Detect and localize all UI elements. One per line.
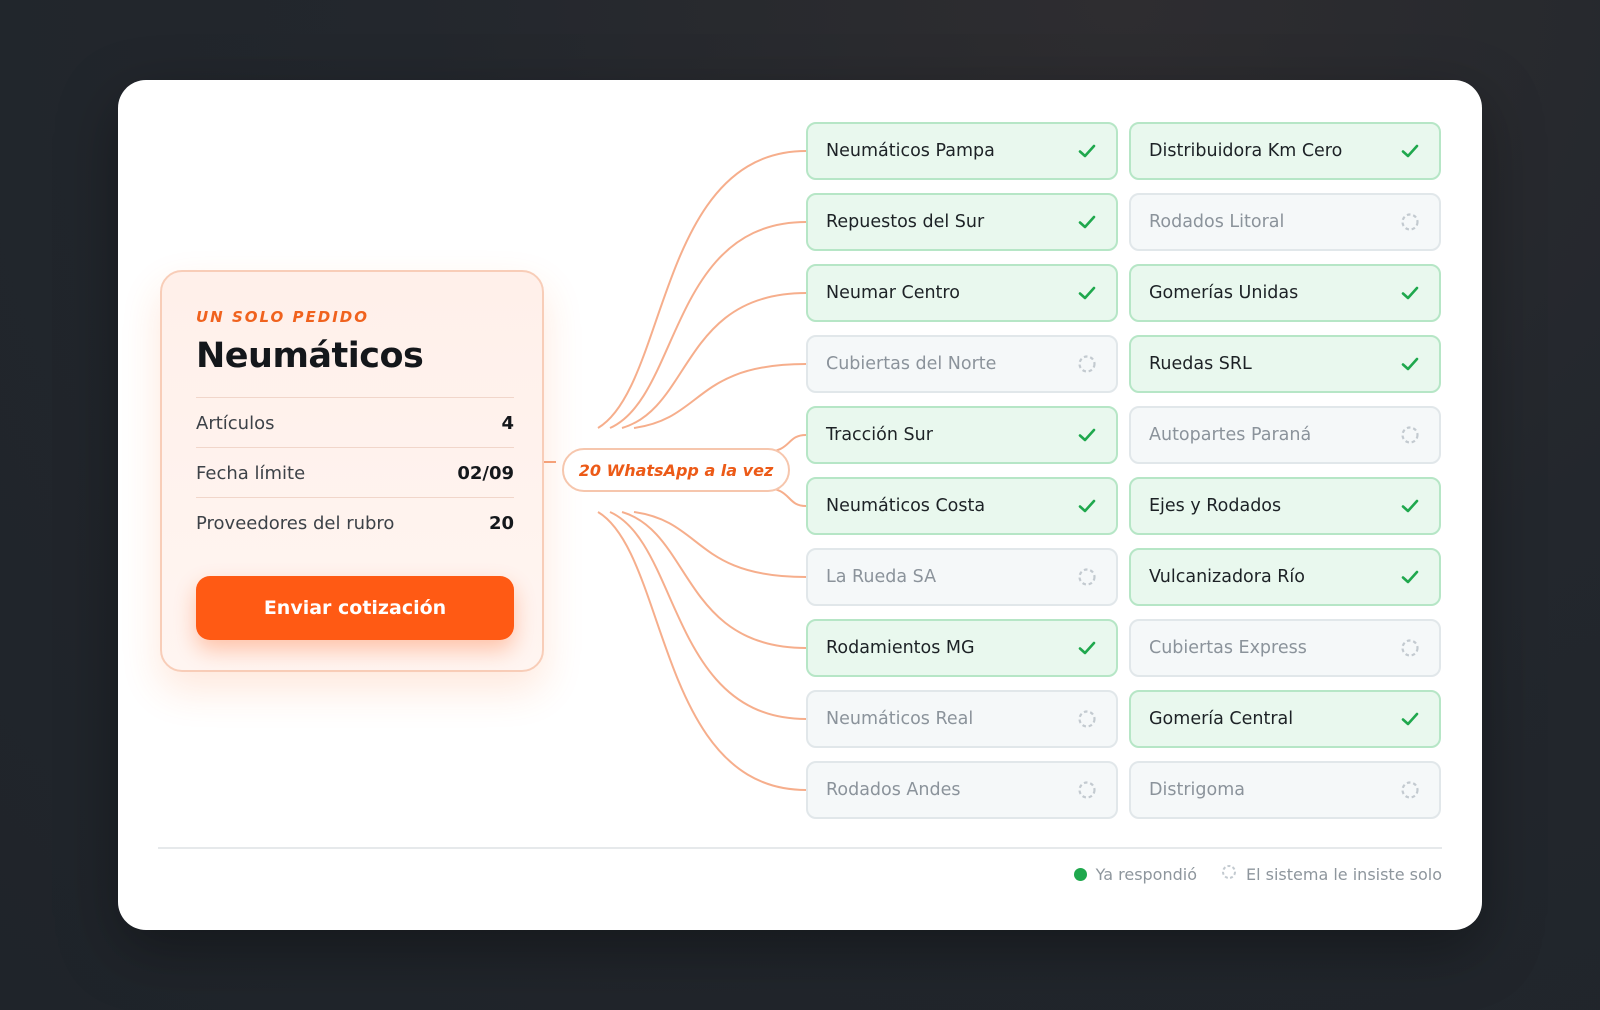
- order-card: UN SOLO PEDIDO Neumáticos Artículos 4 Fe…: [160, 270, 544, 672]
- supplier-item: Neumáticos Real: [806, 690, 1118, 748]
- supplier-item: Distribuidora Km Cero: [1129, 122, 1441, 180]
- row-value: 02/09: [457, 462, 514, 484]
- main-card: UN SOLO PEDIDO Neumáticos Artículos 4 Fe…: [118, 80, 1482, 930]
- supplier-name: Rodados Andes: [826, 780, 961, 800]
- spinner-icon: [1399, 424, 1421, 446]
- supplier-item: Distrigoma: [1129, 761, 1441, 819]
- supplier-name: Rodados Litoral: [1149, 212, 1285, 232]
- broadcast-pill: 20 WhatsApp a la vez: [562, 448, 790, 492]
- connector-line: [609, 511, 807, 720]
- supplier-item: Autopartes Paraná: [1129, 406, 1441, 464]
- spinner-icon: [1399, 637, 1421, 659]
- supplier-name: Neumáticos Real: [826, 709, 974, 729]
- supplier-name: Tracción Sur: [826, 425, 933, 445]
- supplier-item: Rodamientos MG: [806, 619, 1118, 677]
- supplier-item: Ruedas SRL: [1129, 335, 1441, 393]
- connector-line: [609, 221, 807, 429]
- supplier-item: Vulcanizadora Río: [1129, 548, 1441, 606]
- supplier-name: Gomerías Unidas: [1149, 283, 1299, 303]
- supplier-name: Rodamientos MG: [826, 638, 975, 658]
- supplier-item: Repuestos del Sur: [806, 193, 1118, 251]
- connector-line: [621, 292, 807, 429]
- legend-responded: Ya respondió: [1073, 864, 1197, 884]
- order-row-suppliers: Proveedores del rubro 20: [196, 497, 514, 548]
- connector-line: [633, 363, 807, 429]
- check-icon: [1399, 708, 1421, 730]
- legend-responded-label: Ya respondió: [1095, 864, 1197, 884]
- connector-line: [633, 511, 807, 578]
- supplier-item: Rodados Litoral: [1129, 193, 1441, 251]
- supplier-name: La Rueda SA: [826, 567, 937, 587]
- spinner-icon: [1221, 864, 1237, 884]
- spinner-icon: [1076, 353, 1098, 375]
- check-icon: [1399, 495, 1421, 517]
- row-label: Fecha límite: [196, 462, 306, 484]
- check-icon: [1076, 282, 1098, 304]
- footer-divider: [158, 847, 1442, 849]
- supplier-item: Neumar Centro: [806, 264, 1118, 322]
- supplier-item: Cubiertas del Norte: [806, 335, 1118, 393]
- supplier-name: Distribuidora Km Cero: [1149, 141, 1343, 161]
- supplier-name: Neumáticos Pampa: [826, 141, 995, 161]
- order-row-articles: Artículos 4: [196, 397, 514, 448]
- spinner-icon: [1399, 211, 1421, 233]
- order-title: Neumáticos: [196, 336, 424, 376]
- supplier-item: Ejes y Rodados: [1129, 477, 1441, 535]
- supplier-name: Ejes y Rodados: [1149, 496, 1282, 516]
- supplier-name: Distrigoma: [1149, 780, 1245, 800]
- legend-pending-label: El sistema le insiste solo: [1246, 864, 1442, 884]
- supplier-name: Ruedas SRL: [1149, 354, 1252, 374]
- row-value: 4: [501, 412, 514, 434]
- supplier-name: Vulcanizadora Río: [1149, 567, 1305, 587]
- supplier-item: Tracción Sur: [806, 406, 1118, 464]
- connector-line: [621, 511, 807, 649]
- supplier-item: Cubiertas Express: [1129, 619, 1441, 677]
- supplier-item: La Rueda SA: [806, 548, 1118, 606]
- order-eyebrow: UN SOLO PEDIDO: [196, 308, 369, 326]
- spinner-icon: [1076, 708, 1098, 730]
- check-icon: [1399, 282, 1421, 304]
- supplier-item: Neumáticos Costa: [806, 477, 1118, 535]
- supplier-name: Cubiertas Express: [1149, 638, 1307, 658]
- order-row-deadline: Fecha límite 02/09: [196, 447, 514, 498]
- supplier-item: Gomería Central: [1129, 690, 1441, 748]
- check-icon: [1076, 424, 1098, 446]
- spinner-icon: [1076, 779, 1098, 801]
- check-icon: [1076, 495, 1098, 517]
- row-label: Proveedores del rubro: [196, 512, 395, 534]
- supplier-item: Gomerías Unidas: [1129, 264, 1441, 322]
- supplier-item: Neumáticos Pampa: [806, 122, 1118, 180]
- supplier-name: Gomería Central: [1149, 709, 1294, 729]
- legend-pending: El sistema le insiste solo: [1221, 864, 1442, 884]
- supplier-name: Cubiertas del Norte: [826, 354, 997, 374]
- check-icon: [1399, 140, 1421, 162]
- connector-line: [597, 511, 807, 791]
- connector-line: [597, 150, 807, 429]
- row-label: Artículos: [196, 412, 275, 434]
- status-legend: Ya respondió El sistema le insiste solo: [1073, 853, 1442, 895]
- check-icon: [1076, 637, 1098, 659]
- check-icon: [1399, 566, 1421, 588]
- supplier-name: Autopartes Paraná: [1149, 425, 1312, 445]
- spinner-icon: [1399, 779, 1421, 801]
- check-icon: [1076, 140, 1098, 162]
- check-icon: [1076, 211, 1098, 233]
- send-quote-button[interactable]: Enviar cotización: [196, 576, 514, 640]
- supplier-name: Neumáticos Costa: [826, 496, 986, 516]
- supplier-item: Rodados Andes: [806, 761, 1118, 819]
- check-icon: [1399, 353, 1421, 375]
- spinner-icon: [1076, 566, 1098, 588]
- green-dot-icon: [1073, 867, 1087, 881]
- supplier-name: Neumar Centro: [826, 283, 960, 303]
- row-value: 20: [488, 512, 514, 534]
- supplier-name: Repuestos del Sur: [826, 212, 985, 232]
